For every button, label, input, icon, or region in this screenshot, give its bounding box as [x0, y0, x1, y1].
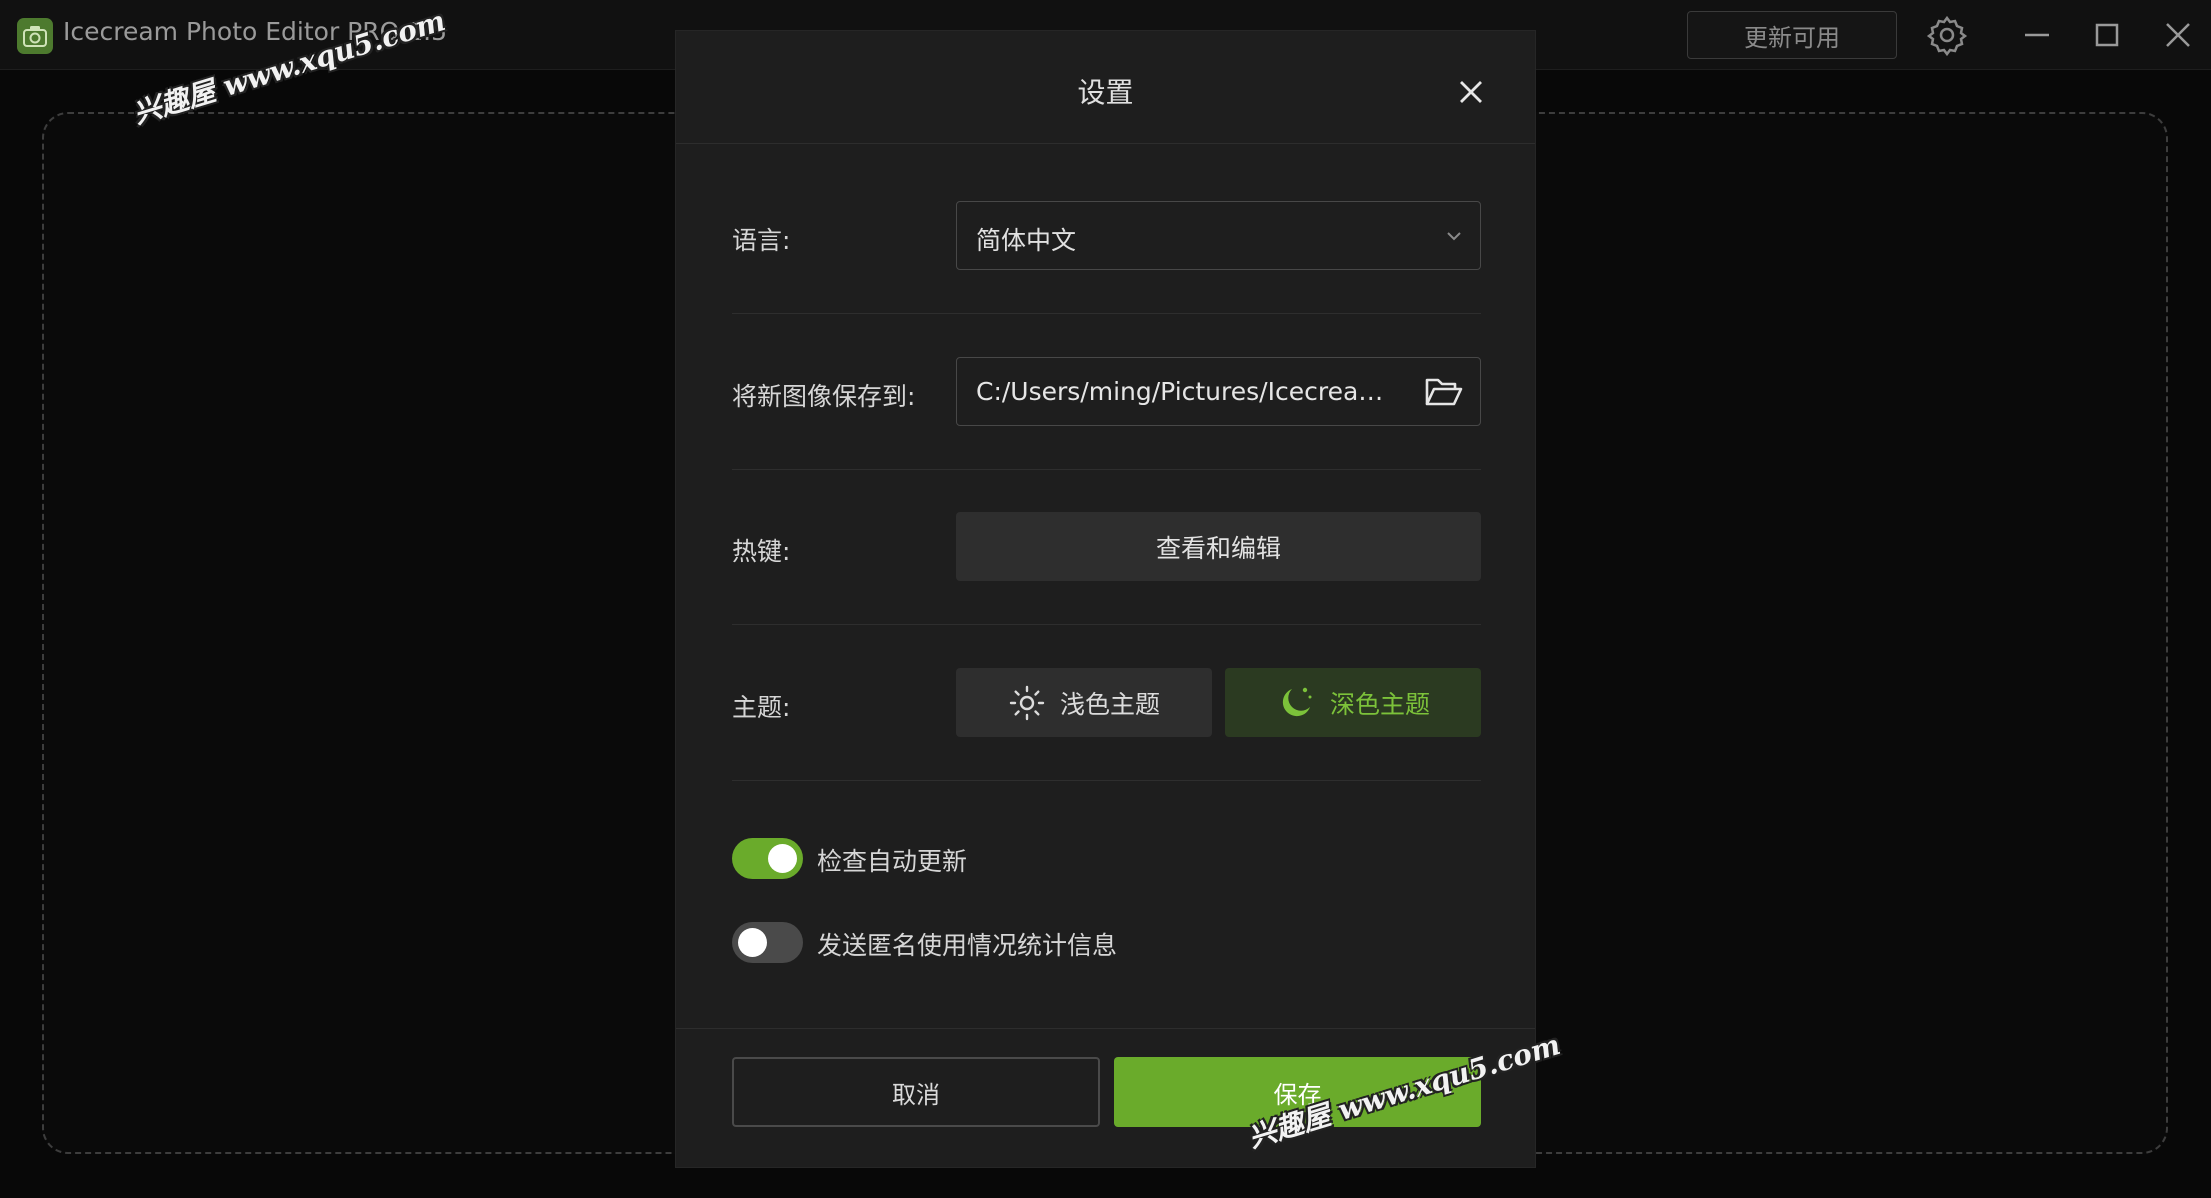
- light-theme-label: 浅色主题: [1059, 689, 1160, 719]
- settings-dialog: 设置 语言: 简体中文 将新图像保存到: C:/Users/ming/Pictu…: [675, 30, 1536, 1168]
- save-path-label: 将新图像保存到:: [732, 382, 916, 411]
- save-path-value: C:/Users/ming/Pictures/Icecream Phot...: [976, 377, 1406, 406]
- gear-icon[interactable]: [1925, 13, 1969, 57]
- dark-theme-label: 深色主题: [1329, 689, 1430, 719]
- view-edit-hotkeys-button[interactable]: 查看和编辑: [956, 512, 1481, 581]
- moon-icon: [1282, 687, 1312, 716]
- anonymous-stats-toggle[interactable]: [732, 922, 803, 963]
- language-value: 简体中文: [976, 226, 1077, 255]
- light-theme-button[interactable]: 浅色主题: [956, 668, 1212, 737]
- camera-icon: [17, 18, 53, 54]
- update-available-button[interactable]: 更新可用: [1687, 11, 1897, 59]
- divider: [732, 313, 1481, 314]
- cancel-button[interactable]: 取消: [732, 1057, 1100, 1127]
- toggle-knob: [738, 928, 767, 957]
- divider: [732, 624, 1481, 625]
- divider: [732, 780, 1481, 781]
- maximize-icon[interactable]: [2085, 13, 2129, 57]
- language-select[interactable]: 简体中文: [956, 201, 1481, 270]
- save-path-field[interactable]: C:/Users/ming/Pictures/Icecream Phot...: [956, 357, 1481, 426]
- close-icon[interactable]: [1456, 77, 1486, 107]
- footer-divider: [676, 1028, 1535, 1029]
- divider: [732, 469, 1481, 470]
- dark-theme-button[interactable]: 深色主题: [1225, 668, 1481, 737]
- minimize-icon[interactable]: [2015, 13, 2059, 57]
- auto-update-toggle[interactable]: [732, 838, 803, 879]
- dialog-title: 设置: [1077, 76, 1134, 109]
- folder-open-icon[interactable]: [1424, 374, 1464, 414]
- toggle-knob: [768, 844, 797, 873]
- theme-label: 主题:: [732, 693, 791, 722]
- hotkeys-label: 热键:: [732, 537, 791, 566]
- sun-icon: [1009, 685, 1045, 720]
- language-label: 语言:: [732, 226, 791, 255]
- auto-update-label: 检查自动更新: [817, 847, 968, 876]
- dialog-header: 设置: [676, 31, 1535, 144]
- anonymous-stats-label: 发送匿名使用情况统计信息: [817, 931, 1118, 960]
- close-icon[interactable]: [2156, 13, 2200, 57]
- chevron-down-icon: [1444, 226, 1464, 250]
